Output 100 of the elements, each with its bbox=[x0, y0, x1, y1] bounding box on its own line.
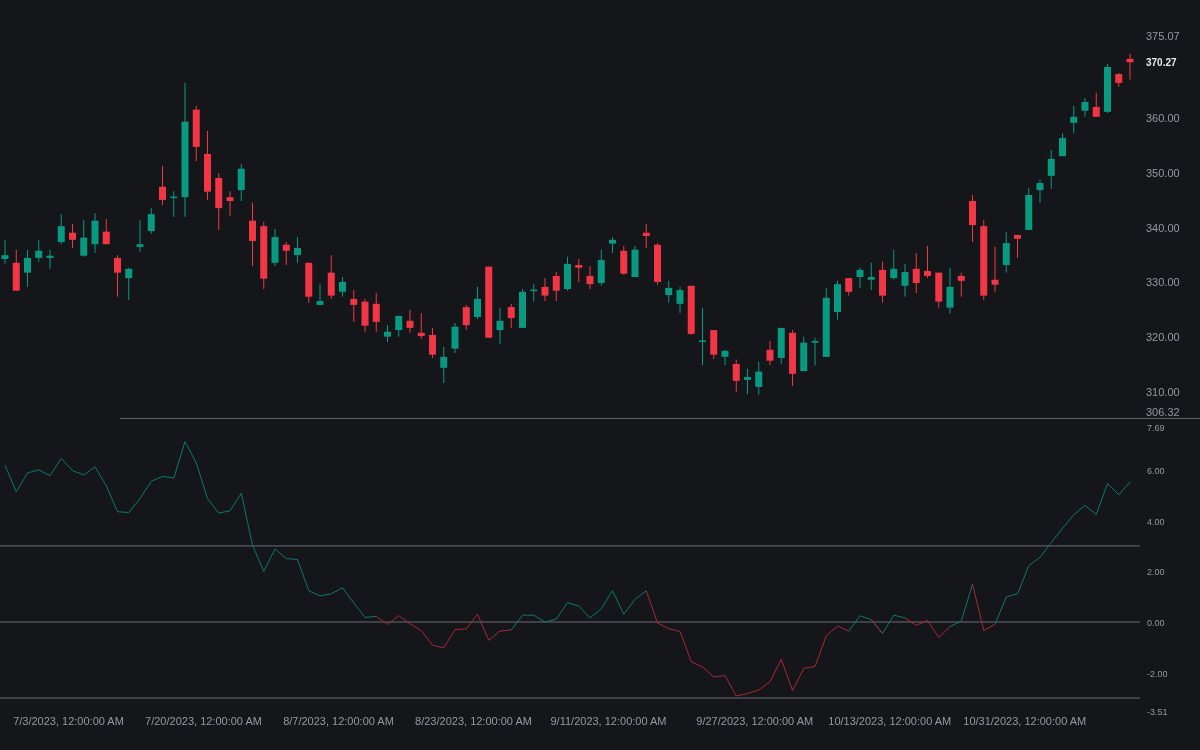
date-label: 9/27/2023, 12:00:00 AM bbox=[696, 715, 814, 727]
axis-label: 0.00 bbox=[1147, 618, 1165, 628]
candlestick bbox=[384, 324, 391, 343]
candlestick bbox=[586, 265, 594, 290]
candlestick bbox=[901, 263, 909, 298]
candlestick bbox=[159, 165, 166, 206]
date-label: 8/7/2023, 12:00:00 AM bbox=[283, 715, 394, 727]
axis-label: -3.51 bbox=[1147, 707, 1168, 717]
candlestick bbox=[91, 212, 99, 254]
candlestick bbox=[789, 329, 796, 387]
candlestick bbox=[834, 280, 841, 321]
axis-label: 306.32 bbox=[1146, 406, 1180, 418]
candlestick bbox=[417, 312, 425, 340]
date-label: 7/3/2023, 12:00:00 AM bbox=[13, 715, 124, 727]
axis-label: 330.00 bbox=[1146, 276, 1180, 289]
candlestick bbox=[226, 190, 234, 217]
candlestick bbox=[406, 309, 414, 334]
axis-label: 375.07 bbox=[1146, 30, 1180, 42]
date-label: 8/23/2023, 12:00:00 AM bbox=[415, 715, 532, 727]
date-label: 10/31/2023, 12:00:00 AM bbox=[963, 715, 1087, 727]
candlestick bbox=[1081, 97, 1089, 118]
candlestick bbox=[237, 163, 245, 202]
candlestick bbox=[912, 252, 920, 294]
candlestick bbox=[1036, 179, 1044, 204]
date-label: 10/13/2023, 12:00:00 AM bbox=[828, 715, 952, 727]
candlestick bbox=[777, 327, 785, 365]
last-price-label: 370.27 bbox=[1146, 57, 1177, 69]
candlestick bbox=[46, 249, 54, 270]
date-label: 9/11/2023, 12:00:00 AM bbox=[550, 715, 667, 727]
candlestick bbox=[721, 349, 729, 366]
axis-label: 7.69 bbox=[1147, 423, 1165, 433]
candlestick bbox=[462, 304, 470, 331]
candlestick bbox=[766, 340, 774, 366]
candlestick bbox=[642, 223, 650, 249]
candlestick bbox=[969, 194, 976, 243]
candlestick bbox=[732, 359, 740, 393]
candlestick bbox=[361, 298, 369, 333]
candlestick bbox=[924, 245, 931, 279]
candlestick bbox=[1070, 105, 1078, 134]
candlestick bbox=[631, 245, 639, 278]
axis-label: -2.00 bbox=[1147, 668, 1168, 679]
candlestick bbox=[1002, 231, 1010, 274]
candlestick bbox=[935, 272, 943, 309]
candlestick bbox=[822, 287, 830, 358]
candlestick bbox=[192, 105, 200, 162]
candlestick bbox=[1025, 187, 1033, 231]
candlestick bbox=[215, 172, 223, 231]
candlestick bbox=[294, 236, 301, 264]
candlestick bbox=[249, 202, 256, 267]
candlestick bbox=[991, 246, 999, 293]
candlestick bbox=[687, 285, 695, 336]
candlestick bbox=[957, 272, 965, 298]
candlestick bbox=[597, 249, 605, 287]
candlestick bbox=[80, 219, 88, 258]
candlestick bbox=[429, 327, 436, 359]
axis-label: 6.00 bbox=[1147, 465, 1165, 476]
candlestick bbox=[530, 283, 538, 303]
candlestick bbox=[474, 286, 481, 320]
candlestick bbox=[260, 221, 268, 290]
candlestick bbox=[946, 267, 954, 315]
candlestick bbox=[372, 292, 380, 333]
candlestick bbox=[541, 277, 549, 302]
candlestick bbox=[609, 236, 616, 254]
candlestick bbox=[552, 271, 560, 302]
axis-label: 360.00 bbox=[1146, 112, 1180, 125]
date-label: 7/20/2023, 12:00:00 AM bbox=[145, 715, 262, 727]
candlestick bbox=[1126, 53, 1134, 81]
candlestick bbox=[755, 361, 763, 396]
candlestick bbox=[327, 254, 335, 300]
candlestick bbox=[136, 219, 144, 253]
candlestick bbox=[867, 262, 875, 291]
candlestick bbox=[305, 262, 313, 304]
candlestick bbox=[170, 190, 178, 218]
candlestick bbox=[845, 277, 853, 297]
candlestick bbox=[57, 213, 65, 245]
candlestick bbox=[271, 228, 279, 267]
candlestick bbox=[1014, 234, 1021, 259]
candlestick bbox=[710, 329, 718, 360]
candlestick bbox=[1059, 132, 1066, 157]
candlestick bbox=[1115, 72, 1123, 88]
candlestick bbox=[676, 286, 684, 314]
candlestick bbox=[1104, 63, 1111, 114]
candlestick bbox=[395, 315, 403, 338]
candlestick bbox=[114, 254, 121, 298]
candlestick bbox=[102, 218, 110, 245]
candlestick bbox=[282, 241, 290, 266]
candlestick bbox=[620, 245, 628, 276]
candlestick bbox=[204, 130, 211, 201]
candlestick bbox=[575, 258, 583, 283]
axis-label: 310.00 bbox=[1146, 385, 1180, 398]
candlestick bbox=[496, 307, 504, 345]
axis-label: 340.00 bbox=[1146, 221, 1180, 234]
candlestick bbox=[24, 249, 31, 288]
axis-label: 320.00 bbox=[1146, 331, 1180, 344]
candlestick bbox=[744, 368, 751, 395]
candlestick bbox=[147, 207, 155, 235]
candlestick bbox=[890, 249, 898, 281]
candlestick bbox=[35, 239, 43, 263]
candlestick bbox=[879, 261, 886, 304]
candlestick bbox=[699, 307, 706, 366]
